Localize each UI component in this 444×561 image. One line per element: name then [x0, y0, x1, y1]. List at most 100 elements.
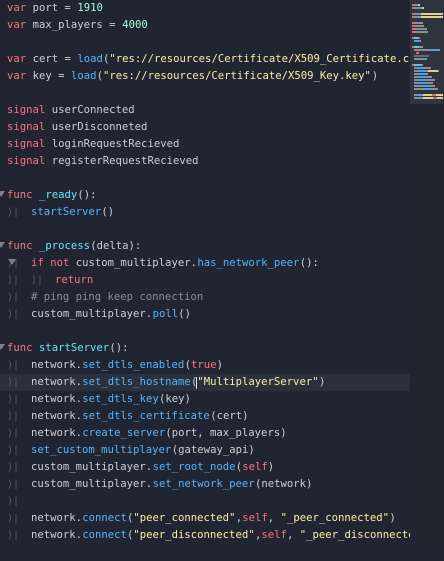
code-line[interactable]: ⟩| custom_multiplayer. set_root_node(self): [0, 459, 410, 476]
code-area[interactable]: var port = 1910 var max_players = 4000 var…: [0, 0, 436, 561]
indent-tab-icon: ⟩|: [7, 530, 20, 541]
code-line[interactable]: ⟩| custom_multiplayer. poll(): [0, 306, 410, 323]
code-token: _ready: [32, 189, 78, 201]
code-line[interactable]: signal userConnected: [0, 102, 410, 119]
code-token: _process: [32, 240, 90, 252]
minimap-line: [425, 79, 435, 81]
minimap-line: [423, 97, 433, 99]
minimap[interactable]: [410, 0, 444, 553]
code-token: port =: [26, 2, 78, 14]
code-token: (): [101, 206, 115, 218]
minimap-line: [415, 28, 427, 30]
code-token: ): [267, 461, 275, 473]
code-token: custom_multiplayer.: [31, 461, 153, 473]
code-line[interactable]: var cert = load("res://resources/Certifi…: [0, 51, 436, 68]
code-token: network.: [31, 529, 83, 541]
code-line[interactable]: ⟩| network. set_dtls_enabled(true): [0, 357, 410, 374]
indent-tab-icon: ⟩|: [31, 275, 44, 286]
code-line[interactable]: [0, 34, 410, 51]
code-line[interactable]: ⟩| network. set_dtls_hostname("Multiplayer…: [0, 374, 410, 391]
minimap-line: [418, 79, 425, 81]
code-line[interactable]: var port = 1910: [0, 0, 410, 17]
code-line[interactable]: ⟩| startServer(): [0, 204, 410, 221]
code-token: "MultiplayerServer": [197, 376, 319, 388]
indent-tab-icon: ⟩|: [7, 377, 20, 388]
code-line[interactable]: ⟩|: [0, 493, 410, 510]
code-token: true: [191, 359, 217, 371]
code-token: startServer: [32, 342, 110, 354]
indent-tab-icon: ⟩|: [7, 513, 20, 524]
code-token: network.: [31, 512, 83, 524]
code-token: func: [7, 240, 33, 252]
fold-arrow-icon[interactable]: [0, 191, 5, 197]
code-line[interactable]: signal registerRequestRecieved: [0, 153, 410, 170]
fold-arrow-icon[interactable]: [8, 259, 16, 265]
code-line[interactable]: signal userDisconneted: [0, 119, 410, 136]
code-line[interactable]: [0, 170, 410, 187]
code-line[interactable]: ⟩| ⟩| return: [0, 272, 410, 289]
code-token: "res://resources/Certificate/X509_Key.ke…: [103, 70, 371, 82]
indent-tab-icon: ⟩|: [7, 309, 20, 320]
indent-tab-icon: ⟩|: [7, 462, 20, 473]
code-line[interactable]: func _process (delta):: [0, 238, 410, 255]
code-line[interactable]: ⟩| network. set_dtls_certificate (cert): [0, 408, 410, 425]
code-line[interactable]: ⟩| network. connect("peer_connected", self,…: [0, 510, 410, 527]
code-token: max_players =: [26, 19, 122, 31]
minimap-line: [414, 55, 429, 57]
minimap-line: [426, 82, 433, 84]
code-token: has_network_peer: [197, 257, 300, 269]
code-line[interactable]: [0, 323, 410, 340]
code-line[interactable]: var max_players = 4000: [0, 17, 410, 34]
fold-arrow-icon[interactable]: [0, 242, 5, 248]
code-token: "res://resources/Certificate/X509_Certif…: [109, 53, 429, 65]
code-token: connect: [82, 529, 127, 541]
code-line[interactable]: [0, 85, 410, 102]
code-token: not: [50, 257, 70, 269]
code-line[interactable]: var key = load("res://resources/Certific…: [0, 68, 410, 85]
code-token: ): [319, 376, 326, 388]
code-token: "_peer_disconnected": [299, 529, 428, 541]
code-token: cert =: [26, 53, 78, 65]
code-token: ():: [109, 342, 129, 354]
code-token: self: [242, 461, 268, 473]
code-line[interactable]: ⟩| # ping ping keep connection: [0, 289, 410, 306]
code-token: loginRequestRecieved: [45, 138, 180, 150]
script-editor[interactable]: var port = 1910 var max_players = 4000 var…: [0, 0, 444, 553]
code-token: ): [389, 512, 396, 524]
code-line[interactable]: func startServer ():: [0, 340, 410, 357]
minimap-line: [415, 31, 428, 33]
minimap-line: [414, 88, 424, 90]
indent-tab-icon: ⟩|: [7, 479, 20, 490]
code-token: ,: [267, 512, 281, 524]
code-line[interactable]: ⟩| custom_multiplayer. set_network_peer (ne…: [0, 476, 410, 493]
minimap-line: [437, 97, 443, 99]
code-line[interactable]: func _ready ():: [0, 187, 410, 204]
code-line[interactable]: ⟩| network. set_dtls_key (key): [0, 391, 410, 408]
indent-tab-icon: ⟩|: [7, 496, 20, 507]
minimap-line: [418, 67, 427, 69]
minimap-line: [433, 88, 438, 90]
indent-tab-icon: ⟩|: [7, 207, 20, 218]
code-line[interactable]: ⟩| network. connect("peer_disconnected", se…: [0, 527, 434, 544]
code-token: set_dtls_key: [82, 393, 159, 405]
code-token: self: [261, 529, 287, 541]
code-token: userDisconneted: [45, 121, 148, 133]
code-token: set_custom_multiplayer: [31, 444, 172, 456]
code-line[interactable]: [0, 221, 410, 238]
minimap-line: [418, 4, 420, 6]
code-token: registerRequestRecieved: [45, 155, 199, 167]
minimap-line: [438, 70, 439, 72]
minimap-line: [430, 67, 431, 69]
code-token: ,: [287, 529, 300, 541]
code-token: startServer: [31, 206, 102, 218]
indent-tab-icon: ⟩|: [7, 360, 20, 371]
code-line[interactable]: ⟩| set_custom_multiplayer (gateway_api): [0, 442, 410, 459]
fold-arrow-icon[interactable]: [0, 344, 5, 350]
minimap-line: [438, 49, 440, 51]
code-line[interactable]: ⟩| if not custom_multiplayer. has_network_…: [0, 255, 410, 272]
minimap-line: [419, 46, 423, 48]
code-line[interactable]: ⟩| network. create_server (port, max_player…: [0, 425, 410, 442]
code-line[interactable]: signal loginRequestRecieved: [0, 136, 410, 153]
code-token: load: [77, 53, 103, 65]
code-token: "peer_disconnected": [133, 529, 255, 541]
